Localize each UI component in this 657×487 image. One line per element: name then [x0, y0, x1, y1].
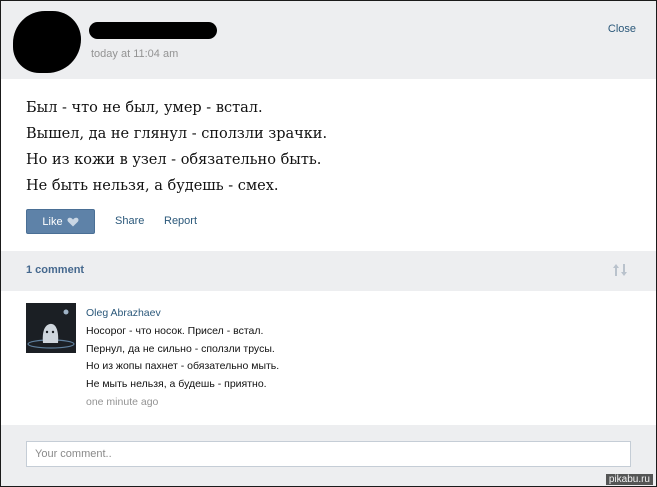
- report-link[interactable]: Report: [164, 215, 197, 227]
- post-window: today at 11:04 am Close Был - что не был…: [0, 0, 657, 487]
- close-button[interactable]: Close: [608, 23, 636, 35]
- redacted-avatar: [13, 11, 81, 73]
- comments-count[interactable]: 1 comment: [26, 264, 84, 276]
- post-header: today at 11:04 am Close: [1, 1, 656, 79]
- watermark: pikabu.ru: [605, 474, 653, 485]
- comments-header: 1 comment: [1, 251, 656, 291]
- redacted-author-name: [89, 22, 217, 39]
- comment-line: Пернул, да не сильно - сползли трусы.: [86, 342, 275, 355]
- post-line: Вышел, да не глянул - сползли зрачки.: [26, 126, 328, 142]
- comment-text: Носорог - что носок. Присел - встал. Пер…: [86, 323, 279, 393]
- comment-line: Но из жопы пахнет - обязательно мыть.: [86, 360, 280, 372]
- post-line: Был - что не был, умер - встал.: [26, 100, 263, 116]
- comment-timestamp[interactable]: one minute ago: [86, 396, 158, 408]
- post-line: Не быть нельзя, а будешь - смех.: [26, 178, 279, 194]
- post-timestamp: today at 11:04 am: [91, 48, 179, 60]
- comment-author[interactable]: Oleg Abrazhaev: [86, 307, 161, 319]
- heart-icon: [67, 217, 79, 226]
- post-line: Но из кожи в узел - обязательно быть.: [26, 152, 322, 168]
- like-button[interactable]: Like: [26, 209, 95, 234]
- post-text: Был - что не был, умер - встал. Вышел, д…: [26, 95, 626, 199]
- like-label: Like: [42, 215, 63, 228]
- sort-arrows-icon[interactable]: [612, 263, 628, 277]
- commenter-avatar[interactable]: [26, 303, 76, 353]
- comment-line: Носорог - что носок. Присел - встал.: [86, 325, 264, 337]
- comment-item: Oleg Abrazhaev Носорог - что носок. Прис…: [26, 303, 626, 411]
- comment-input[interactable]: [26, 441, 631, 467]
- comment-composer: [1, 425, 656, 486]
- share-link[interactable]: Share: [115, 215, 144, 227]
- comment-line: Не мыть нельзя, а будешь - приятно.: [86, 377, 267, 390]
- avatar-image: [26, 303, 76, 353]
